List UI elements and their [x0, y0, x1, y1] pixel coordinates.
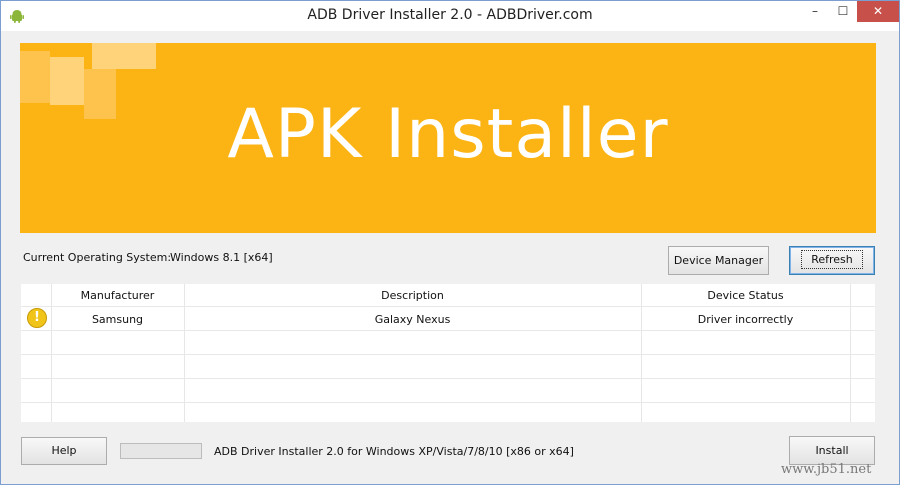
- close-button[interactable]: ✕: [857, 1, 899, 22]
- column-header-manufacturer[interactable]: Manufacturer: [51, 289, 184, 302]
- banner-title: APK Installer: [227, 95, 669, 174]
- row-divider: [21, 330, 875, 331]
- warning-icon: !: [27, 308, 47, 328]
- row-divider: [21, 354, 875, 355]
- device-table[interactable]: Manufacturer Description Device Status !…: [21, 284, 875, 422]
- refresh-button[interactable]: Refresh: [789, 246, 875, 275]
- column-header-description[interactable]: Description: [184, 289, 641, 302]
- maximize-button[interactable]: ☐: [829, 1, 857, 22]
- banner-decoration: [92, 43, 156, 69]
- window-title: ADB Driver Installer 2.0 - ADBDriver.com: [307, 7, 593, 23]
- os-label: Current Operating System:: [23, 251, 172, 264]
- watermark: www.jb51.net: [781, 462, 872, 477]
- progress-bar: [120, 443, 202, 459]
- device-manager-button[interactable]: Device Manager: [668, 246, 769, 275]
- title-bar[interactable]: ADB Driver Installer 2.0 - ADBDriver.com…: [1, 1, 899, 31]
- row-divider: [21, 306, 875, 307]
- column-header-status[interactable]: Device Status: [641, 289, 850, 302]
- row-divider: [21, 378, 875, 379]
- status-text: ADB Driver Installer 2.0 for Windows XP/…: [214, 445, 574, 458]
- cell-manufacturer[interactable]: Samsung: [51, 313, 184, 326]
- minimize-button[interactable]: –: [801, 1, 829, 22]
- row-divider: [21, 402, 875, 403]
- app-window: ADB Driver Installer 2.0 - ADBDriver.com…: [0, 0, 900, 485]
- os-value: Windows 8.1 [x64]: [170, 251, 273, 264]
- help-button[interactable]: Help: [21, 437, 107, 465]
- cell-status[interactable]: Driver incorrectly: [641, 313, 850, 326]
- cell-description[interactable]: Galaxy Nexus: [184, 313, 641, 326]
- banner: APK Installer: [20, 43, 876, 233]
- refresh-button-label: Refresh: [801, 250, 863, 269]
- install-button[interactable]: Install: [789, 436, 875, 465]
